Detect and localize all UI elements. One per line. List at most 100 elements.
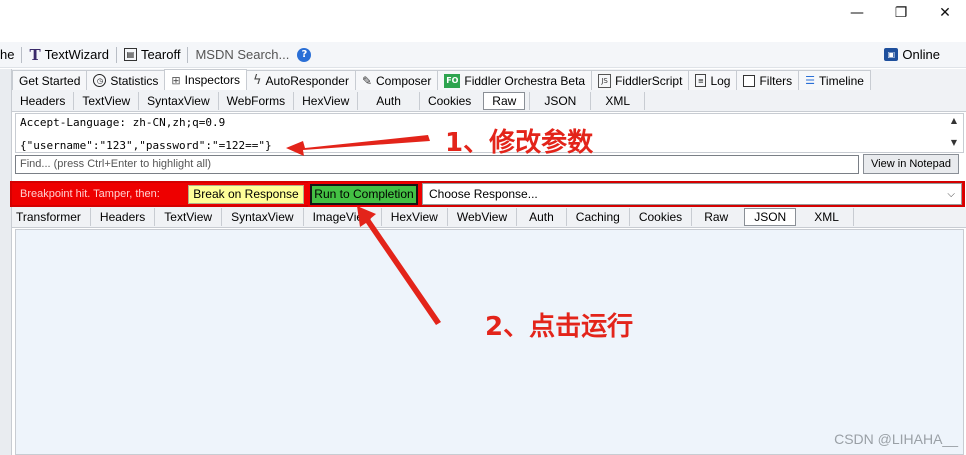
textwizard-label: TextWizard [44, 47, 109, 62]
tab-composer[interactable]: ✎ Composer [354, 70, 439, 90]
online-status-button[interactable]: ▣ Online [878, 44, 966, 66]
tab-label: Inspectors [184, 73, 240, 87]
req-tab-syntaxview[interactable]: SyntaxView [139, 91, 219, 110]
tab-label: Composer [376, 73, 432, 88]
tab-label: Log [710, 73, 731, 88]
scroll-down-icon[interactable]: ▼ [947, 138, 961, 150]
req-tab-hexview[interactable]: HexView [294, 91, 359, 110]
textwizard-icon: T [29, 45, 41, 64]
title-bar: — ❐ ✕ [0, 0, 966, 40]
resp-tab-cookies[interactable]: Cookies [630, 208, 693, 226]
compose-icon: ✎ [361, 73, 372, 88]
tab-get-started[interactable]: Get Started [12, 70, 88, 90]
resp-tab-headers[interactable]: Headers [91, 208, 156, 226]
clear-cache-button[interactable]: he [0, 44, 20, 66]
close-icon: ✕ [939, 5, 951, 21]
tab-label: AutoResponder [265, 73, 349, 88]
response-inspector-tabs: Transformer Headers TextView SyntaxView … [12, 207, 966, 228]
breakpoint-bar: Breakpoint hit. Tamper, then: Break on R… [10, 181, 965, 207]
help-icon: ? [297, 47, 312, 62]
tab-label: Statistics [110, 73, 159, 88]
chevron-down-icon: ⌵ [947, 188, 955, 200]
resp-tab-hexview[interactable]: HexView [382, 208, 448, 226]
resp-tab-textview[interactable]: TextView [155, 208, 223, 226]
stopwatch-icon: ◷ [93, 74, 107, 87]
tab-label: Timeline [819, 73, 864, 88]
log-icon: ≡ [695, 74, 707, 87]
main-tabs: Get Started ◷ Statistics ⊞ Inspectors ϟ Aut… [12, 69, 966, 90]
tab-statistics[interactable]: ◷ Statistics [86, 70, 166, 90]
minimize-button[interactable]: — [834, 0, 880, 26]
tab-filters[interactable]: Filters [736, 70, 800, 90]
tab-label: FiddlerScript [615, 73, 683, 88]
tab-label: Filters [759, 73, 793, 88]
resp-tab-transformer[interactable]: Transformer [12, 208, 91, 226]
req-tab-raw[interactable]: Raw [483, 91, 526, 110]
inspect-icon: ⊞ [171, 73, 181, 87]
toolbar-divider [187, 46, 189, 63]
tab-inspectors[interactable]: ⊞ Inspectors [164, 69, 247, 90]
raw-line-body: {"username":"123","password":"=122=="} [20, 139, 272, 152]
view-in-notepad-label: View in Notepad [871, 158, 951, 170]
minimize-icon: — [850, 5, 864, 21]
req-tab-textview[interactable]: TextView [74, 91, 140, 110]
view-in-notepad-button[interactable]: View in Notepad [863, 154, 959, 174]
resp-tab-auth[interactable]: Auth [517, 208, 567, 226]
req-tab-json[interactable]: JSON [529, 91, 592, 110]
scroll-up-icon[interactable]: ▲ [947, 116, 961, 128]
tab-fiddlerscript[interactable]: JS FiddlerScript [591, 70, 690, 90]
tab-autoresponder[interactable]: ϟ AutoResponder [245, 70, 356, 90]
break-on-response-label: Break on Response [193, 187, 299, 201]
find-input[interactable]: Find... (press Ctrl+Enter to highlight a… [15, 154, 859, 174]
req-tab-cookies[interactable]: Cookies [420, 92, 479, 110]
resp-tab-json[interactable]: JSON [744, 208, 797, 226]
checkbox-icon [743, 74, 756, 87]
resp-tab-webview[interactable]: WebView [448, 208, 518, 226]
tab-log[interactable]: ≡ Log [688, 70, 738, 90]
main-toolbar: he T TextWizard ▤ Tearoff MSDN Search...… [0, 42, 966, 68]
timeline-icon: ☰ [805, 74, 816, 87]
restore-button[interactable]: ❐ [878, 0, 924, 26]
tab-label: Fiddler Orchestra Beta [464, 73, 586, 88]
resp-tab-xml[interactable]: XML [800, 208, 854, 226]
choose-response-select[interactable]: Choose Response... ⌵ [422, 183, 962, 205]
req-tab-xml[interactable]: XML [591, 91, 646, 110]
req-tab-webforms[interactable]: WebForms [219, 91, 295, 110]
tearoff-button[interactable]: ▤ Tearoff [118, 44, 187, 66]
help-button[interactable]: ? [295, 44, 313, 66]
toolbar-divider [21, 46, 23, 63]
tab-fiddler-orchestra[interactable]: FO Fiddler Orchestra Beta [437, 70, 593, 90]
choose-response-value: Choose Response... [429, 187, 538, 201]
script-icon: JS [598, 73, 612, 88]
resp-tab-raw[interactable]: Raw [692, 208, 740, 226]
tab-timeline[interactable]: ☰ Timeline [798, 70, 871, 90]
request-inspector-tabs: Headers TextView SyntaxView WebForms Hex… [12, 90, 966, 112]
lightning-icon: ϟ [252, 73, 262, 88]
clear-cache-label: he [0, 47, 15, 62]
break-on-response-button[interactable]: Break on Response [188, 184, 304, 204]
run-to-completion-button[interactable]: Run to Completion [308, 181, 420, 207]
msdn-search-input[interactable]: MSDN Search... [189, 44, 295, 66]
resp-tab-syntaxview[interactable]: SyntaxView [222, 208, 304, 226]
raw-line-accept-language: Accept-Language: zh-CN,zh;q=0.9 [20, 116, 226, 129]
resp-tab-caching[interactable]: Caching [567, 208, 630, 226]
textwizard-button[interactable]: T TextWizard [23, 44, 114, 66]
breakpoint-label: Breakpoint hit. Tamper, then: [20, 188, 160, 200]
resp-tab-imageview[interactable]: ImageView [304, 208, 382, 226]
find-placeholder: Find... (press Ctrl+Enter to highlight a… [20, 157, 212, 170]
network-icon: ▣ [884, 48, 899, 61]
close-window-button[interactable]: ✕ [922, 0, 966, 26]
restore-icon: ❐ [894, 5, 908, 21]
req-tab-headers[interactable]: Headers [12, 91, 75, 110]
tearoff-icon: ▤ [123, 48, 137, 61]
req-tab-auth[interactable]: Auth [358, 91, 420, 110]
tearoff-label: Tearoff [140, 47, 181, 62]
watermark: CSDN @LIHAHA__ [834, 431, 958, 447]
annotation-step-2: 2、点击运行 [485, 312, 634, 342]
tab-label: Get Started [19, 73, 81, 88]
annotation-step-1: 1、修改参数 [445, 128, 594, 158]
fo-icon: FO [444, 73, 461, 88]
online-label: Online [902, 47, 940, 62]
run-to-completion-label: Run to Completion [314, 187, 414, 201]
msdn-search-placeholder: MSDN Search... [195, 47, 290, 62]
